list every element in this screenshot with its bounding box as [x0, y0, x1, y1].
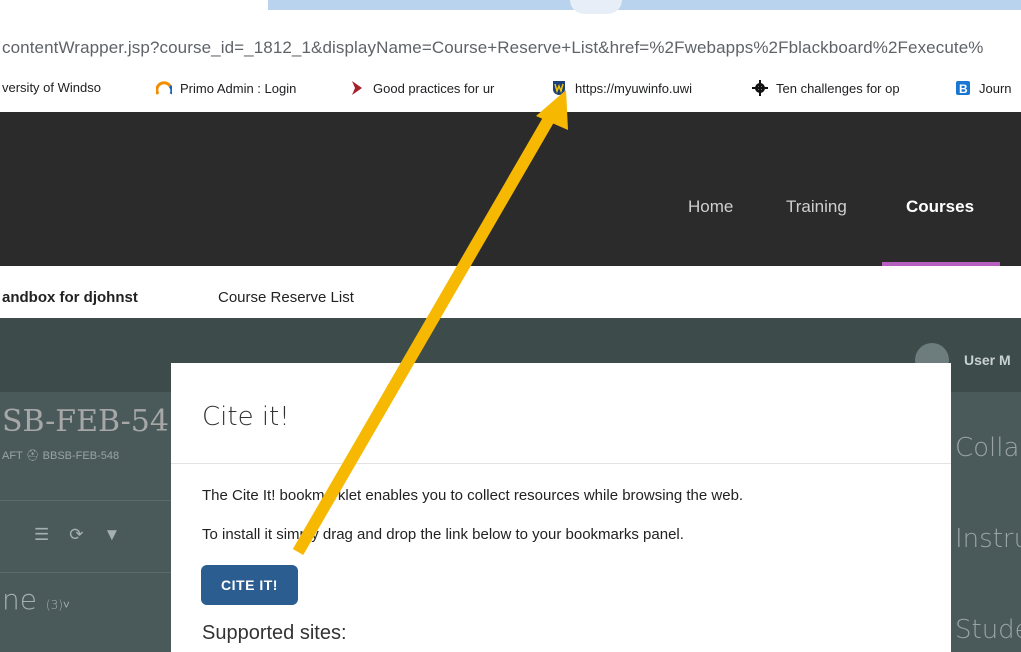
bookmark-label: Journ [979, 80, 1012, 96]
modal-description: The Cite It! bookmarklet enables you to … [202, 487, 744, 504]
top-navigation [0, 112, 1021, 266]
bookmark-label: https://myuwinfo.uwi [575, 80, 693, 96]
bookmark-journ[interactable]: B Journ [955, 80, 1012, 96]
divider [0, 500, 171, 501]
course-meta: AFT ⛑ BBSB-FEB-548 [2, 450, 120, 462]
course-title: SB-FEB-54 [2, 404, 169, 439]
cite-it-bookmarklet-button[interactable]: CITE IT! [201, 565, 298, 605]
modal-instructions: To install it simply drag and drop the l… [202, 526, 684, 543]
bookmark-good-practices[interactable]: Good practices for ur [349, 80, 494, 96]
bookmark-label: versity of Windso [2, 80, 101, 95]
nav-home[interactable]: Home [688, 197, 733, 217]
chevron-bookmark-icon [352, 81, 362, 95]
right-panel-collaborate[interactable]: Colla [955, 433, 1019, 463]
bookmark-label: Ten challenges for op [776, 80, 900, 96]
gear-cluster-icon [752, 80, 768, 96]
modal-title: Cite it! [202, 402, 290, 432]
bookmark-primo[interactable]: Primo Admin : Login [156, 80, 296, 96]
divider [0, 572, 171, 573]
url-text[interactable]: contentWrapper.jsp?course_id=_1812_1&dis… [2, 38, 983, 58]
breadcrumb-current: Course Reserve List [218, 289, 354, 306]
nav-courses[interactable]: Courses [906, 197, 974, 217]
right-panel-instructors[interactable]: Instru [955, 524, 1021, 554]
bookmark-myuwinfo[interactable]: https://myuwinfo.uwi [551, 80, 692, 96]
tab-edge [570, 0, 622, 14]
uwindsor-shield-icon [553, 81, 565, 95]
b-icon: B [956, 81, 970, 96]
breadcrumb-course[interactable]: andbox for djohnst [2, 289, 138, 306]
supported-sites-heading: Supported sites: [202, 622, 347, 644]
modal-divider [171, 463, 951, 464]
active-tab[interactable] [268, 0, 1021, 10]
user-menu[interactable]: User M [964, 352, 1011, 368]
bookmark-ten-challenges[interactable]: Ten challenges for op [752, 80, 900, 96]
right-panel-students[interactable]: Stude [955, 615, 1021, 645]
outline-heading: ne (3)˅ [2, 583, 70, 616]
svg-text:B: B [959, 82, 968, 96]
bookmark-label: Primo Admin : Login [180, 80, 297, 96]
nav-training[interactable]: Training [786, 197, 847, 217]
primo-icon [156, 81, 172, 95]
bookmark-label: Good practices for ur [373, 80, 495, 96]
outline-toolbar[interactable]: ☰⟳▼ [34, 525, 140, 545]
bookmark-university[interactable]: versity of Windso [2, 80, 101, 95]
breadcrumb [0, 266, 1021, 319]
